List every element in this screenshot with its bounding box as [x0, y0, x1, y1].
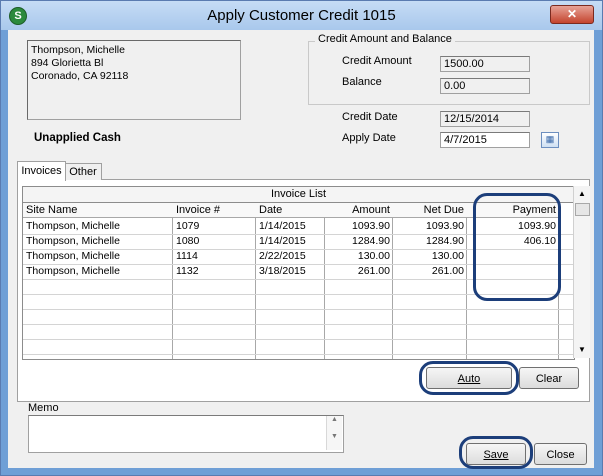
- cell-invoice-number[interactable]: 1132: [173, 264, 256, 279]
- cell-date[interactable]: 2/22/2015: [256, 249, 325, 264]
- cell-site-name[interactable]: Thompson, Michelle: [23, 234, 173, 249]
- row-gridline: [23, 324, 574, 325]
- memo-scroll-up-icon[interactable]: ▲: [327, 416, 342, 423]
- scroll-thumb[interactable]: [575, 203, 590, 216]
- close-button[interactable]: Close: [534, 443, 587, 465]
- address-line-name: Thompson, Michelle: [31, 44, 125, 56]
- column-header-net-due[interactable]: Net Due: [393, 203, 467, 218]
- cell-invoice-number[interactable]: 1079: [173, 219, 256, 234]
- row-gridline: [23, 354, 574, 355]
- tab-invoices[interactable]: Invoices: [17, 161, 66, 181]
- balance-field: 0.00: [440, 78, 530, 94]
- unapplied-cash-label: Unapplied Cash: [34, 132, 121, 144]
- scroll-down-icon[interactable]: ▼: [574, 342, 590, 358]
- cell-amount[interactable]: 130.00: [325, 249, 393, 264]
- cell-amount[interactable]: 261.00: [325, 264, 393, 279]
- save-button-highlight: [459, 436, 533, 469]
- customer-address-box: Thompson, Michelle 894 Glorietta Bl Coro…: [27, 40, 241, 120]
- auto-button-highlight: [419, 361, 519, 395]
- clear-button[interactable]: Clear: [519, 367, 579, 389]
- address-line-street: 894 Glorietta Bl: [31, 57, 104, 69]
- memo-textarea[interactable]: [28, 415, 344, 453]
- row-gridline: [23, 339, 574, 340]
- cell-net-due[interactable]: 1284.90: [393, 234, 467, 249]
- cell-amount[interactable]: 1284.90: [325, 234, 393, 249]
- column-header-site-name[interactable]: Site Name: [23, 203, 173, 218]
- credit-amount-group: [308, 41, 590, 105]
- clear-button-label: Clear: [535, 373, 563, 385]
- memo-scrollbar[interactable]: ▲ ▼: [326, 416, 342, 450]
- column-header-invoice-number[interactable]: Invoice #: [173, 203, 256, 218]
- column-header-date[interactable]: Date: [256, 203, 325, 218]
- credit-group-title: Credit Amount and Balance: [315, 33, 455, 45]
- apply-date-input[interactable]: 4/7/2015: [440, 132, 530, 148]
- cell-site-name[interactable]: Thompson, Michelle: [23, 264, 173, 279]
- memo-scroll-down-icon[interactable]: ▼: [327, 433, 342, 440]
- window-title: Apply Customer Credit 1015: [207, 7, 396, 24]
- cell-site-name[interactable]: Thompson, Michelle: [23, 219, 173, 234]
- column-header-amount[interactable]: Amount: [325, 203, 393, 218]
- balance-label: Balance: [342, 76, 382, 88]
- grid-vertical-scrollbar[interactable]: ▲ ▼: [573, 186, 590, 358]
- cell-net-due[interactable]: 1093.90: [393, 219, 467, 234]
- credit-date-field: 12/15/2014: [440, 111, 530, 127]
- payment-column-highlight: [473, 193, 561, 301]
- window-close-button[interactable]: ✕: [550, 5, 594, 24]
- tab-other[interactable]: Other: [64, 163, 102, 180]
- cell-net-due[interactable]: 261.00: [393, 264, 467, 279]
- apply-date-label: Apply Date: [342, 132, 396, 144]
- memo-label: Memo: [28, 402, 59, 414]
- apply-credit-window: S Apply Customer Credit 1015 ✕ Thompson,…: [0, 0, 603, 476]
- cell-date[interactable]: 3/18/2015: [256, 264, 325, 279]
- close-button-label: Close: [546, 449, 575, 461]
- cell-date[interactable]: 1/14/2015: [256, 219, 325, 234]
- cell-net-due[interactable]: 130.00: [393, 249, 467, 264]
- cell-invoice-number[interactable]: 1080: [173, 234, 256, 249]
- calendar-icon[interactable]: ▦: [541, 132, 559, 148]
- cell-amount[interactable]: 1093.90: [325, 219, 393, 234]
- row-gridline: [23, 309, 574, 310]
- title-bar: S Apply Customer Credit 1015 ✕: [1, 1, 602, 30]
- dialog-body: Thompson, Michelle 894 Glorietta Bl Coro…: [8, 30, 594, 469]
- scroll-up-icon[interactable]: ▲: [574, 186, 590, 202]
- address-line-city: Coronado, CA 92118: [31, 70, 129, 82]
- cell-invoice-number[interactable]: 1114: [173, 249, 256, 264]
- cell-site-name[interactable]: Thompson, Michelle: [23, 249, 173, 264]
- credit-amount-label: Credit Amount: [342, 55, 412, 67]
- credit-date-label: Credit Date: [342, 111, 398, 123]
- credit-amount-field: 1500.00: [440, 56, 530, 72]
- cell-date[interactable]: 1/14/2015: [256, 234, 325, 249]
